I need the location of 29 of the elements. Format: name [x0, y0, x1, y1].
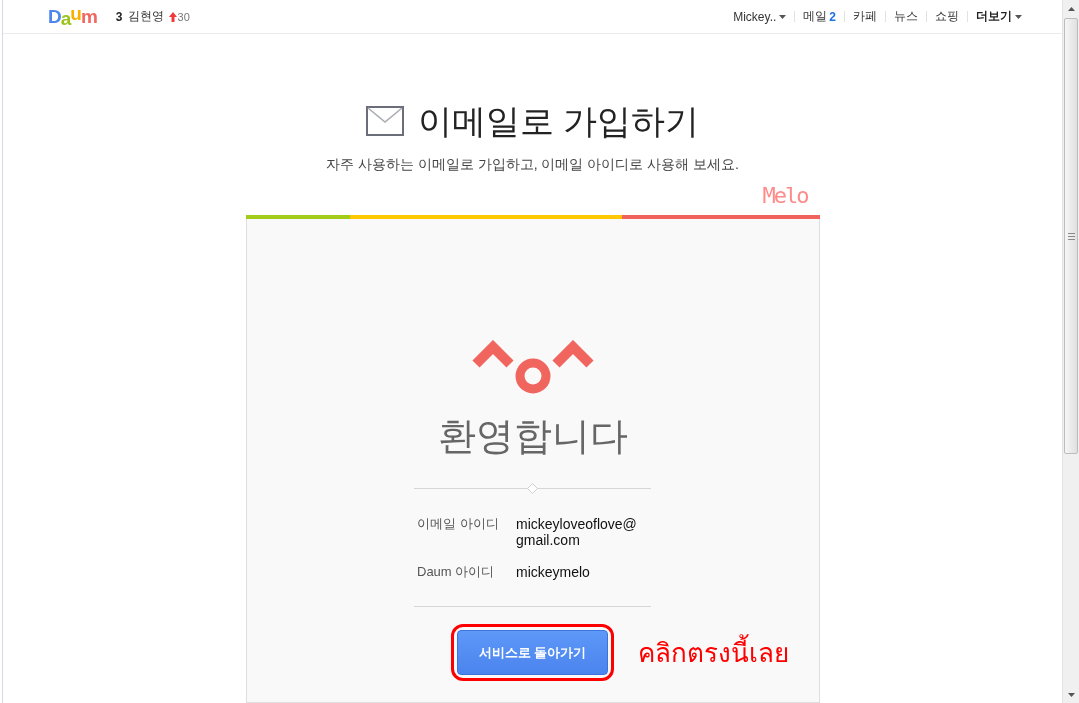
nav-link[interactable]: 뉴스	[894, 8, 918, 25]
signature-text: Melo	[762, 183, 808, 209]
rank-change: 30	[177, 10, 190, 23]
nav-link[interactable]: 메일 2	[803, 8, 836, 25]
nav-link[interactable]: 쇼핑	[935, 8, 959, 25]
more-menu[interactable]: 더보기	[976, 8, 1022, 25]
account-menu[interactable]: Mickey..	[733, 9, 787, 24]
page-title: 이메일로 가입하기	[417, 101, 700, 142]
grip-icon	[1067, 232, 1075, 240]
detail-label: 이메일 아이디	[417, 516, 500, 533]
caret-icon	[779, 14, 787, 19]
down-triangle-icon	[1067, 692, 1075, 697]
trending-keyword-link[interactable]: 김현영	[127, 8, 164, 25]
detail-label: Daum 아이디	[417, 564, 496, 580]
scrollbar-thumb[interactable]	[1064, 18, 1078, 454]
detail-value: mickeymelo	[516, 564, 591, 580]
unread-count: 2	[829, 9, 836, 24]
welcome-heading: 환영합니다	[437, 414, 628, 459]
emoticon-icon	[470, 340, 595, 394]
envelope-icon	[365, 106, 404, 136]
annotation-text: คลิกตรงนี้เลย	[638, 632, 789, 673]
page-subtitle: 자주 사용하는 이메일로 가입하고, 이메일 아이디로 사용해 보세요.	[326, 155, 739, 173]
caret-icon	[1015, 14, 1022, 19]
detail-value: mickeyloveoflove@gmail.com	[516, 516, 638, 548]
rank-number: 3	[115, 9, 123, 24]
scrollbar[interactable]	[1062, 0, 1079, 703]
up-triangle-icon	[1067, 6, 1075, 11]
site-logo[interactable]: Daum	[48, 5, 97, 28]
nav-link[interactable]: 카페	[853, 8, 877, 25]
